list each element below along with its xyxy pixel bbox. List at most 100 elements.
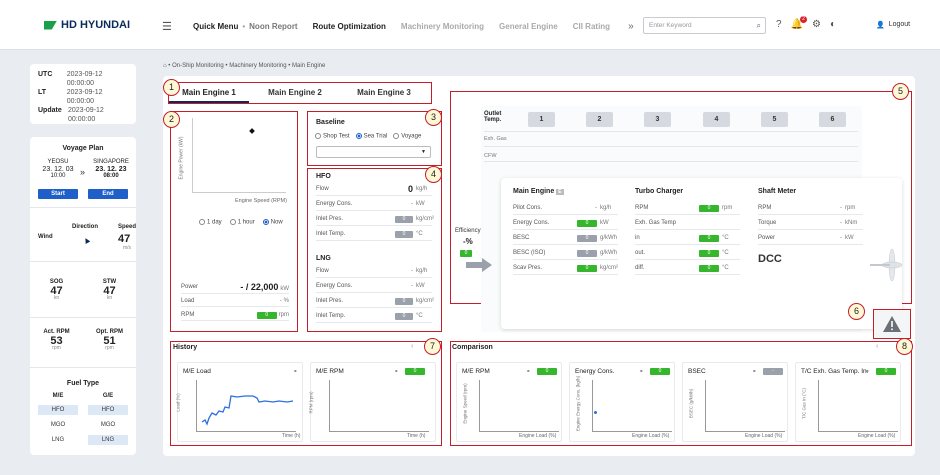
brand-logo[interactable]: HD HYUNDAI [44,19,130,31]
cylinder-1[interactable]: 1 [528,112,555,127]
fuel-me-mgo[interactable]: MGO [38,420,78,430]
nav-noon-report[interactable]: Noon Report [249,22,297,31]
card-ylabel: T/C Gas In (°C) [801,387,807,420]
power-speed-chart [192,118,286,193]
row-value-box: 0 [577,249,597,257]
tab-main-engine-1[interactable]: Main Engine 1 [169,83,249,103]
row-unit: °C [722,235,729,241]
nav-machinery-monitoring[interactable]: Machinery Monitoring [401,22,484,31]
baseline-select[interactable]: ▼ [316,146,431,158]
row-unit: g/kWh [600,250,618,256]
time-card: UTC 2023-09-12 00:00:00 LT 2023-09-12 00:0… [30,64,136,124]
wind-label: Wind [38,234,53,240]
row-unit: kg/h [416,186,428,192]
row-label: Torque [758,220,777,226]
cylinder-2[interactable]: 2 [586,112,613,127]
row-label: Energy Cons. [316,201,353,207]
baseline-sea-trial[interactable]: Sea Trial [355,133,387,140]
history-prev-icon[interactable]: ‹ [411,343,413,350]
end-button[interactable]: End [88,189,128,199]
fuel-ge-mgo[interactable]: MGO [88,420,128,430]
settings-gear-icon[interactable]: ⚙ [812,19,821,30]
fuel-row: Flow 0 kg/h [316,183,432,196]
help-icon[interactable]: ? [776,19,782,30]
row-value-box: 0 [395,215,413,223]
nav-cii-rating[interactable]: CII Rating [573,22,610,31]
fuel-ge-lng[interactable]: LNG [88,435,128,445]
detail-row: Pilot Cons. - kg/h [513,202,618,215]
nav-more-icon[interactable]: » [628,21,634,32]
utc-value: 2023-09-12 00:00:00 [66,71,103,87]
search-icon[interactable]: ⌕ [757,21,761,31]
opt-rpm-unit: rpm [105,345,114,351]
baseline-voyage[interactable]: Voyage [393,133,421,140]
baseline-shop-test[interactable]: Shop Test [315,133,350,140]
range-1-hour[interactable]: 1 hour [229,219,255,226]
tab-main-engine-2[interactable]: Main Engine 2 [255,83,335,103]
row-label: BESC [513,235,530,241]
cylinder-3[interactable]: 3 [644,112,671,127]
comparison-prev-icon[interactable]: ‹ [876,343,878,350]
breadcrumb-item[interactable]: On-Ship Monitoring [172,63,224,69]
load-row: Load - % [181,295,289,307]
range-1-day[interactable]: 1 day [199,219,222,226]
notification-icon[interactable]: 🔔 2 [791,16,808,30]
row-value-box: 0 [395,230,413,238]
history-me-rpm-card: M/E RPM - 0 RPM (rpm) Time (h) [308,362,436,442]
start-button[interactable]: Start [38,189,78,199]
hamburger-menu-icon[interactable]: ☰ [162,20,172,33]
row-value-group: 0 °C [699,234,740,242]
tab-main-engine-3[interactable]: Main Engine 3 [341,83,427,103]
cylinder-4[interactable]: 4 [703,112,730,127]
logout-button[interactable]: 👤 Logout [876,21,910,29]
fuel-me-header: M/E [52,393,64,399]
annotation-marker-7: 7 [424,338,441,355]
range-now[interactable]: Now [262,219,283,226]
update-value: 2023-09-12 00:00:00 [68,107,104,123]
load-history-line [201,395,294,426]
annotation-marker-3: 3 [425,109,442,126]
cylinder-6[interactable]: 6 [819,112,846,127]
fuel-row: Energy Cons. - kW [316,198,432,211]
card-value: - [866,366,869,375]
row-label: Energy Cons. [513,220,550,226]
chevron-down-icon: ▼ [421,149,426,155]
annotation-marker-6: 6 [848,303,865,320]
theme-toggle-icon[interactable]: ◐ [830,19,836,30]
user-icon: 👤 [876,22,885,29]
breadcrumb-item[interactable]: Machinery Monitoring [229,63,286,69]
row-value-group: 0 kg/cm² [395,297,434,305]
breadcrumb-item-current: Main Engine [292,63,326,69]
fuel-me-lng[interactable]: LNG [38,435,78,445]
row-label: Energy Cons. [316,283,353,289]
search-input[interactable]: Enter Keyword ⌕ [643,17,766,34]
nav-route-optimization[interactable]: Route Optimization [313,22,386,31]
stw-unit: kn [106,295,113,301]
row-value-group: 0 °C [395,230,432,238]
detail-row: Energy Cons. 0 kW [513,217,618,230]
efficiency-label: Efficiency [455,228,481,234]
card-xlabel: Engine Load (%) [632,433,670,439]
nav-quick-menu[interactable]: Quick Menu [193,22,238,31]
origin-port-name: YEOSU [47,159,69,165]
hfo-title: HFO [316,173,331,180]
card-title: M/E RPM [316,368,344,375]
lt-label: LT [38,89,47,96]
home-icon[interactable]: ⌂ [163,63,167,69]
card-value: - [527,366,530,375]
fuel-row: Inlet Temp. 0 °C [316,310,432,323]
detail-row: RPM - rpm [758,202,863,215]
fuel-ge-hfo[interactable]: HFO [88,405,128,415]
fuel-me-hfo[interactable]: HFO [38,405,78,415]
card-ylabel: RPM (rpm) [308,391,314,414]
row-value: - [595,205,597,211]
cylinder-5[interactable]: 5 [761,112,788,127]
sog-unit: kn [53,295,60,301]
nav-general-engine[interactable]: General Engine [499,22,558,31]
annotation-marker-4: 4 [425,166,442,183]
logout-label: Logout [888,21,911,28]
warning-button[interactable] [873,309,911,339]
row-unit: °C [722,250,729,256]
utc-label: UTC [38,71,53,78]
info-icon[interactable]: E [556,189,564,195]
